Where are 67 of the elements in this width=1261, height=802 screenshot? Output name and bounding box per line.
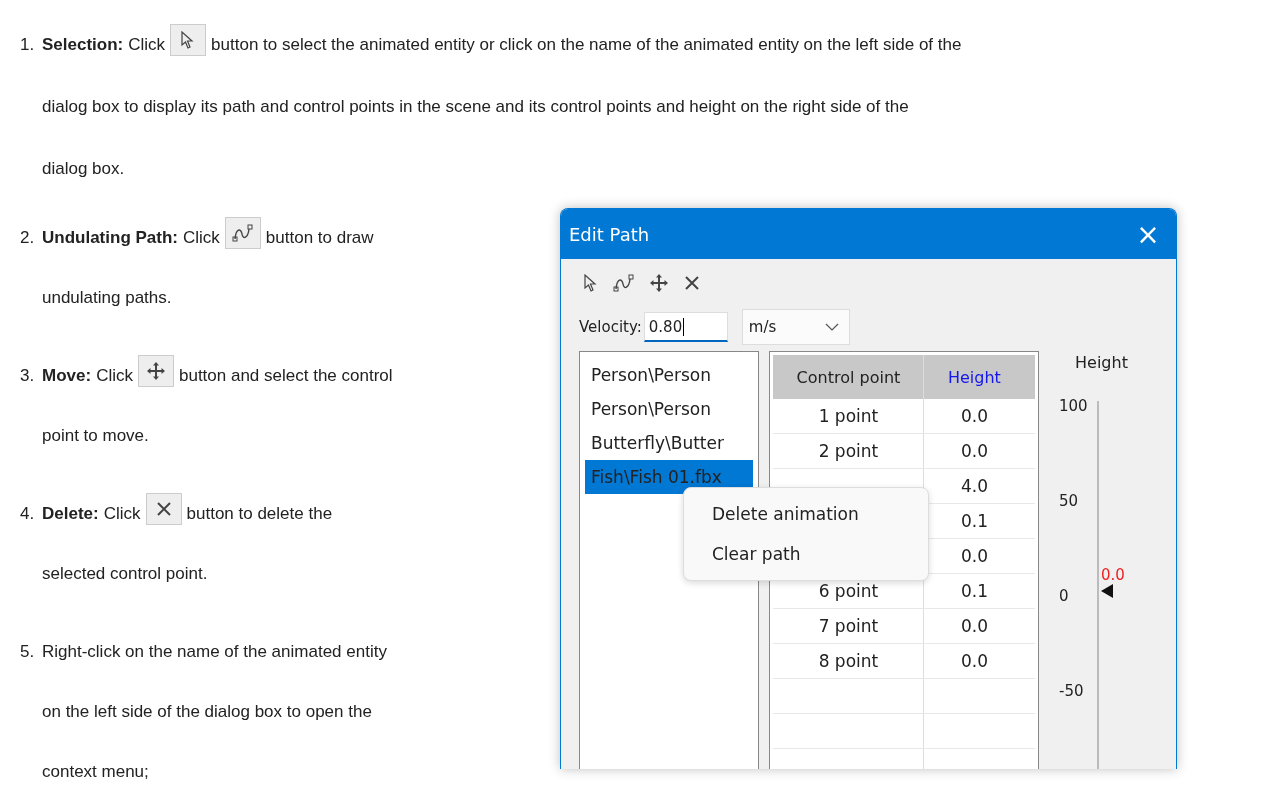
context-menu-item[interactable]: Clear path [684,534,928,574]
step-text: Click [183,227,220,249]
move-icon [145,361,166,381]
table-cell: 7 point [818,616,879,636]
pointer-icon [180,31,197,49]
entity-list-item[interactable]: Fish\Fish 01.fbx [585,460,754,494]
ruler-tick-label: -50 [1059,682,1084,700]
step-number: 4. [20,503,36,525]
step-text: point to move. [42,425,149,447]
window-title: Edit Path [569,223,650,245]
step-text: context menu; [42,761,149,783]
table-cell: 0.0 [960,616,988,636]
ruler-tick-label: 100 [1059,397,1088,415]
table-cell: 2 point [818,441,879,461]
step-text: dialog box to display its path and control points in the scene and its control points and height on the right side of the [42,96,909,118]
close-button[interactable]: × [1126,216,1170,252]
velocity-field[interactable]: 0.80 [643,312,728,342]
step-number: 1. [20,34,36,56]
step-text: selected control point. [42,563,208,585]
height-marker[interactable] [1101,584,1113,598]
step-number: 5. [20,641,36,663]
step-text: button to select the animated entity or click on the name of the animated entity on the left side of the [211,34,962,56]
chevron-down-icon [824,323,839,331]
delete-icon [154,500,173,518]
step-text: Click [96,365,133,387]
entity-list-item[interactable]: Person\Person [585,392,754,426]
table-cell: 0.0 [960,406,988,426]
step-term: Undulating Path: [42,227,178,249]
step-text: undulating paths. [42,287,172,309]
step-number: 2. [20,227,36,249]
step-text: button to delete the [186,503,333,525]
step-text: on the left side of the dialog box to open the [42,701,372,723]
ruler-tick-label: 0 [1059,587,1069,605]
column-header[interactable]: Control point [773,355,925,399]
curve-path-icon [613,274,635,292]
table-cell: 0.0 [960,441,988,461]
column-header[interactable]: Height [924,355,1025,399]
step-term: Move: [42,365,92,387]
curve-path-icon [231,224,254,242]
move-icon [649,273,669,293]
table-cell: 0.1 [960,581,988,601]
height-reading: 0.0 [1101,567,1125,583]
step-text: button to draw [265,227,374,249]
table-cell: 8 point [818,651,879,671]
unit-dropdown[interactable]: m/s [741,309,850,345]
table-cell: 6 point [818,581,879,601]
delete-icon [683,274,701,292]
pointer-icon [583,274,599,292]
step-text: Right-click on the name of the animated entity [42,641,387,663]
ruler-label: Height [1075,353,1128,372]
table-cell: 4.0 [960,476,988,496]
table-cell: 0.0 [960,651,988,671]
step-text: Click [103,503,141,525]
table-cell: 1 point [818,406,879,426]
table-cell: 0.1 [960,511,988,531]
table-cell: 0.0 [960,546,988,566]
step-text: button and select the control [178,365,393,387]
context-menu-item[interactable]: Delete animation [684,494,928,534]
step-term: Delete: [42,503,99,525]
step-text: dialog box. [42,158,125,180]
ruler-tick-label: 50 [1059,492,1079,510]
velocity-label: Velocity: [579,318,642,336]
step-number: 3. [20,365,36,387]
step-text: Click [128,34,166,56]
entity-list-item[interactable]: Butterfly\Butter [585,426,754,460]
entity-list-item[interactable]: Person\Person [585,358,754,392]
step-term: Selection: [42,34,124,56]
